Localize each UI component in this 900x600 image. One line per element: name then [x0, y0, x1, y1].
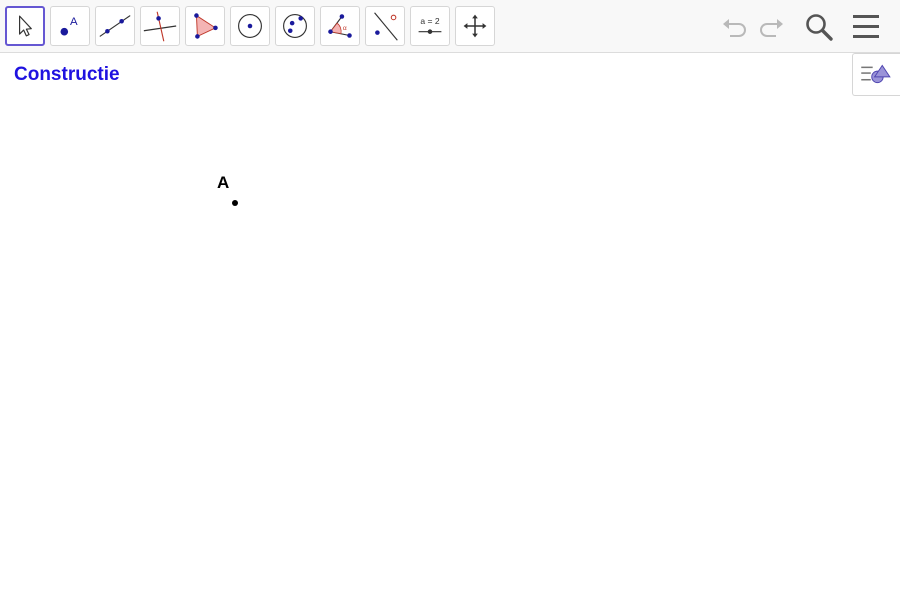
- circle-tool-button[interactable]: [230, 6, 270, 46]
- search-icon: [806, 14, 833, 41]
- polygon-icon: [194, 13, 218, 39]
- line-through-two-points-icon: [99, 15, 131, 37]
- svg-text:A: A: [70, 16, 78, 28]
- redo-icon: [760, 19, 783, 37]
- style-bar-toggle-button[interactable]: [852, 53, 900, 96]
- point-tool-button[interactable]: A: [50, 6, 90, 46]
- style-bar-icon: [861, 64, 891, 84]
- graphics-view[interactable]: [0, 54, 900, 600]
- slider-tool-button[interactable]: a = 2: [410, 6, 450, 46]
- reflect-about-line-icon: [374, 12, 398, 41]
- slider-icon: a = 2: [418, 16, 442, 34]
- circle-three-points-tool-button[interactable]: [275, 6, 315, 46]
- undo-button[interactable]: [720, 12, 750, 42]
- reflect-tool-button[interactable]: [365, 6, 405, 46]
- arrow-cursor-icon: [19, 15, 32, 37]
- move-tool-button[interactable]: [5, 6, 45, 46]
- polygon-tool-button[interactable]: [185, 6, 225, 46]
- toolbar: A α a = 2: [0, 0, 900, 53]
- perpendicular-line-icon: [143, 11, 177, 42]
- angle-icon: α: [328, 14, 352, 38]
- circle-center-point-icon: [238, 14, 262, 38]
- line-tool-button[interactable]: [95, 6, 135, 46]
- point-a[interactable]: [232, 200, 238, 206]
- point-icon: A: [60, 16, 78, 36]
- search-button[interactable]: [803, 11, 835, 43]
- undo-icon: [723, 19, 746, 37]
- move-graphics-view-icon: [463, 14, 487, 38]
- redo-button[interactable]: [756, 12, 786, 42]
- menu-icon: [853, 15, 879, 38]
- main-menu-button[interactable]: [850, 12, 882, 42]
- angle-tool-button[interactable]: α: [320, 6, 360, 46]
- point-a-label: A: [217, 173, 230, 192]
- circle-three-points-icon: [283, 14, 307, 38]
- perpendicular-tool-button[interactable]: [140, 6, 180, 46]
- move-graphics-view-tool-button[interactable]: [455, 6, 495, 46]
- svg-text:α: α: [343, 25, 347, 32]
- svg-text:a = 2: a = 2: [420, 16, 439, 26]
- page-title: Constructie: [14, 64, 120, 85]
